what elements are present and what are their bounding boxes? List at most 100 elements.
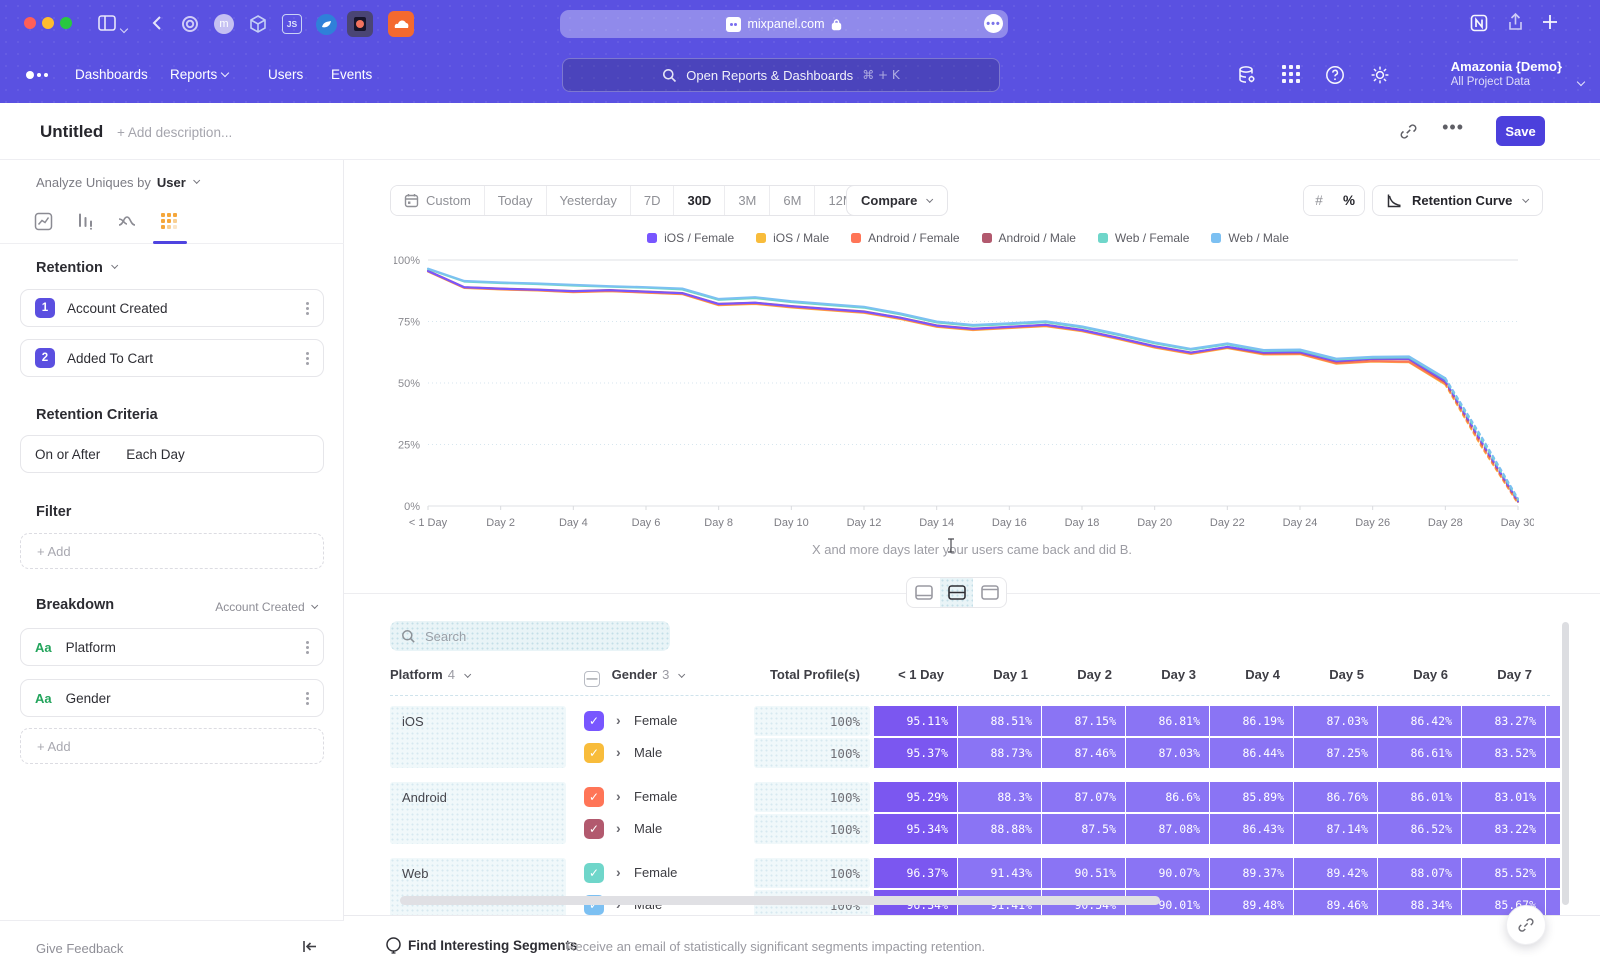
retention-value-cell[interactable]: 86.81% <box>1126 706 1209 736</box>
legend-item[interactable]: iOS / Female <box>647 231 734 245</box>
retention-value-cell[interactable]: 88.88% <box>958 814 1041 844</box>
retention-value-cell[interactable]: 87.14% <box>1294 814 1377 844</box>
platform-cell-ios[interactable]: iOS <box>390 706 566 768</box>
retention-value-cell[interactable]: 86.44% <box>1210 738 1293 768</box>
chart-series-line[interactable] <box>428 272 1445 385</box>
data-management-icon[interactable] <box>1236 64 1258 86</box>
nav-reports[interactable]: Reports <box>170 67 228 82</box>
compare-button[interactable]: Compare <box>846 185 948 216</box>
indeterminate-checkbox[interactable]: — <box>584 671 600 687</box>
legend-item[interactable]: Web / Male <box>1211 231 1288 245</box>
retention-value-cell[interactable]: 86.19% <box>1210 706 1293 736</box>
checkbox-ios-male[interactable]: ✓ <box>584 743 604 763</box>
checkbox-android-male[interactable]: ✓ <box>584 819 604 839</box>
format-percent-button[interactable]: % <box>1334 186 1364 215</box>
retention-value-cell[interactable]: 86.61% <box>1378 738 1461 768</box>
notion-icon[interactable] <box>1468 12 1490 34</box>
range-30d[interactable]: 30D <box>674 186 725 215</box>
layout-split-button[interactable] <box>940 578 973 607</box>
retention-value-cell[interactable]: 87.15% <box>1042 706 1125 736</box>
browser-sidebar-icon[interactable] <box>96 12 118 34</box>
checkbox-android-female[interactable]: ✓ <box>584 787 604 807</box>
tab-funnels-icon[interactable] <box>72 208 98 234</box>
checkbox-ios-female[interactable]: ✓ <box>584 711 604 731</box>
breakdown-menu-icon[interactable] <box>306 692 309 705</box>
share-icon[interactable] <box>1505 12 1526 33</box>
column-platform[interactable]: Platform4 <box>390 667 470 682</box>
retention-value-cell[interactable]: 86.42% <box>1378 706 1461 736</box>
save-button[interactable]: Save <box>1496 116 1545 146</box>
retention-section-heading[interactable]: Retention <box>36 260 117 276</box>
window-close-button[interactable] <box>24 17 36 29</box>
layout-table-only-button[interactable] <box>973 578 1006 607</box>
retention-value-cell[interactable]: 96.37% <box>874 858 957 888</box>
expand-row-icon[interactable]: › <box>616 712 621 728</box>
nav-dashboards[interactable]: Dashboards <box>75 67 148 82</box>
copy-link-icon[interactable] <box>1399 122 1418 141</box>
retention-value-cell[interactable]: 87.07% <box>1042 782 1125 812</box>
extension-icon-6[interactable] <box>347 11 373 37</box>
project-chevron-icon[interactable] <box>1578 72 1584 90</box>
retention-value-cell[interactable]: 88.3% <box>958 782 1041 812</box>
retention-value-cell[interactable]: 95.11% <box>874 706 957 736</box>
step-menu-icon[interactable] <box>306 352 309 365</box>
expand-row-icon[interactable]: › <box>616 820 621 836</box>
share-link-button[interactable] <box>1506 905 1546 945</box>
retention-value-cell[interactable]: 95.29% <box>874 782 957 812</box>
step-account-created[interactable]: 1 Account Created <box>20 289 324 327</box>
horizontal-scrollbar[interactable] <box>400 896 1160 905</box>
breakdown-menu-icon[interactable] <box>306 641 309 654</box>
vertical-scrollbar[interactable] <box>1562 622 1569 905</box>
new-tab-icon[interactable] <box>1540 12 1560 32</box>
back-button[interactable] <box>147 12 169 34</box>
retention-value-cell[interactable]: 86.43% <box>1210 814 1293 844</box>
extension-icon-1[interactable] <box>177 11 203 37</box>
retention-value-cell[interactable]: 90.07% <box>1126 858 1209 888</box>
retention-value-cell[interactable]: 95.37% <box>874 738 957 768</box>
retention-value-cell[interactable]: 85.52% <box>1462 858 1545 888</box>
analyze-entity[interactable]: User <box>157 175 186 190</box>
give-feedback-link[interactable]: Give Feedback <box>36 941 123 956</box>
browser-address-bar[interactable]: mixpanel.com ••• <box>560 10 1008 38</box>
legend-item[interactable]: Android / Male <box>982 231 1076 245</box>
nav-events[interactable]: Events <box>331 67 372 82</box>
global-search[interactable]: Open Reports & Dashboards ⌘ + K <box>562 58 1000 92</box>
retention-chart[interactable]: 0%25%50%75%100%< 1 DayDay 2Day 4Day 6Day… <box>394 250 1534 530</box>
range-6m[interactable]: 6M <box>770 186 815 215</box>
range-7d[interactable]: 7D <box>631 186 675 215</box>
chart-type-button[interactable]: Retention Curve <box>1372 185 1543 216</box>
legend-item[interactable]: Android / Female <box>851 231 959 245</box>
add-filter-button[interactable]: + Add <box>20 533 324 569</box>
retention-value-cell[interactable]: 83.52% <box>1462 738 1545 768</box>
chart-series-line[interactable] <box>428 271 1445 381</box>
tab-flows-icon[interactable] <box>114 208 140 234</box>
extension-icon-2[interactable]: m <box>211 11 237 37</box>
format-absolute-button[interactable]: # <box>1304 186 1334 215</box>
retention-value-cell[interactable]: 87.5% <box>1042 814 1125 844</box>
tab-insights-icon[interactable] <box>30 208 56 234</box>
retention-value-cell[interactable]: 86.76% <box>1294 782 1377 812</box>
retention-value-cell[interactable]: 86.01% <box>1378 782 1461 812</box>
retention-value-cell[interactable]: 95.34% <box>874 814 957 844</box>
retention-value-cell[interactable]: 91.43% <box>958 858 1041 888</box>
expand-row-icon[interactable]: › <box>616 744 621 760</box>
report-title[interactable]: Untitled <box>40 122 103 142</box>
checkbox-web-female[interactable]: ✓ <box>584 863 604 883</box>
retention-criteria-card[interactable]: On or After Each Day <box>20 435 324 473</box>
retention-value-cell[interactable]: 88.51% <box>958 706 1041 736</box>
project-switcher[interactable]: Amazonia {Demo} All Project Data <box>1451 59 1562 88</box>
extension-icon-5[interactable] <box>313 11 339 37</box>
window-zoom-button[interactable] <box>60 17 72 29</box>
add-description[interactable]: + Add description... <box>117 125 232 140</box>
retention-value-cell[interactable]: 87.25% <box>1294 738 1377 768</box>
legend-item[interactable]: Web / Female <box>1098 231 1189 245</box>
breakdown-gender[interactable]: Aa Gender <box>20 679 324 717</box>
settings-gear-icon[interactable] <box>1369 64 1391 86</box>
platform-cell-android[interactable]: Android <box>390 782 566 844</box>
analyze-uniques-row[interactable]: Analyze Uniques by User <box>36 175 199 190</box>
range-custom[interactable]: Custom <box>391 186 485 215</box>
retention-value-cell[interactable]: 88.07% <box>1378 858 1461 888</box>
table-search-box[interactable]: Search <box>390 621 670 651</box>
extension-icon-3[interactable] <box>245 11 271 37</box>
range-yesterday[interactable]: Yesterday <box>547 186 631 215</box>
